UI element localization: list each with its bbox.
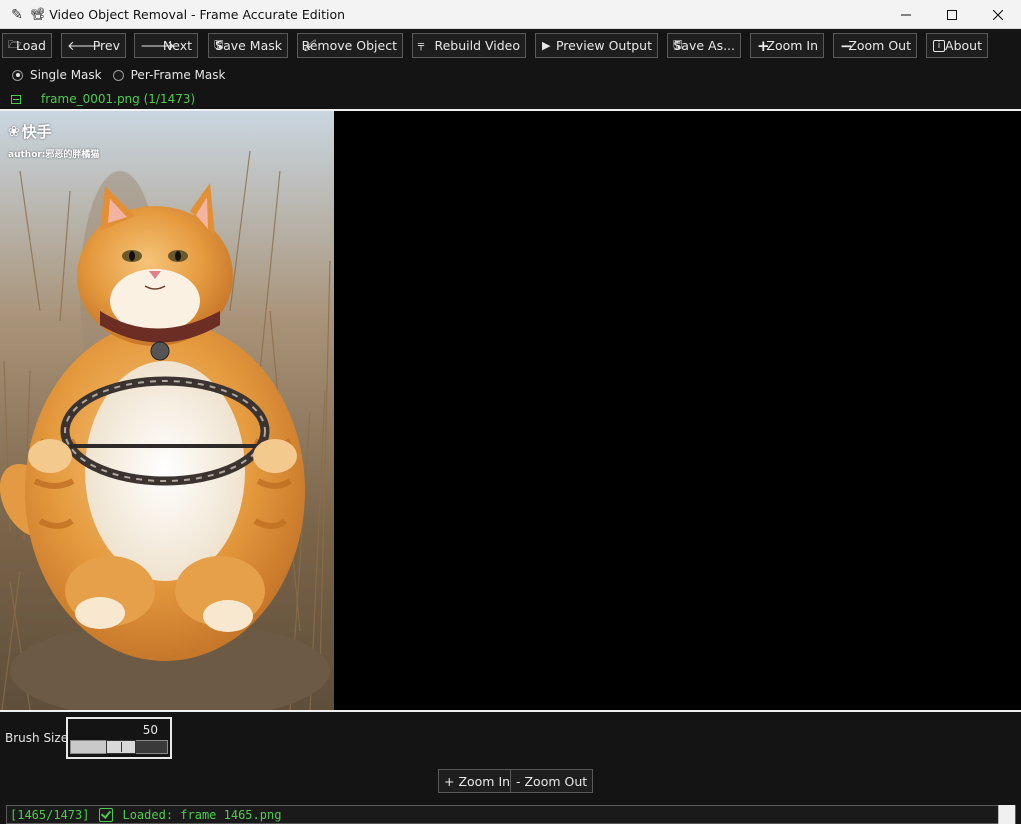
- radio-dot-selected[interactable]: [12, 69, 23, 81]
- frame-label: frame_0001.png (1/1473): [41, 92, 196, 106]
- hammer-icon: ╤: [418, 40, 425, 51]
- film-projector-icon: 📽: [30, 7, 46, 21]
- per-frame-mask-radio[interactable]: Per-Frame Mask: [112, 68, 226, 82]
- maximize-button[interactable]: [929, 0, 975, 29]
- title-bar: ✎ 📽 Video Object Removal - Frame Accurat…: [0, 0, 1021, 29]
- kuaishou-logo-icon: ❀: [8, 123, 20, 140]
- status-message: Loaded: frame 1465.png: [122, 807, 282, 822]
- save-mask-button[interactable]: 🖫 Save Mask: [208, 33, 288, 58]
- brush-size-label: Brush Size: [5, 731, 69, 745]
- slider-thumb[interactable]: [106, 740, 136, 754]
- image-icon: [11, 94, 21, 104]
- prev-button[interactable]: 🡐 Prev: [61, 33, 126, 58]
- single-mask-label: Single Mask: [30, 68, 102, 82]
- zoom-out-button[interactable]: − Zoom Out: [833, 33, 917, 58]
- rebuild-video-button[interactable]: ╤ Rebuild Video: [412, 33, 526, 58]
- maximize-icon: [947, 9, 957, 20]
- close-icon: [993, 9, 1003, 20]
- window-controls: [883, 0, 1021, 29]
- toolbar: 🗁 Load 🡐 Prev 🡒 Next 🖫 Save Mask 🖌 Remov…: [0, 29, 1021, 63]
- bottom-panel: Brush Size 50 + Zoom In - Zoom Out [1465…: [0, 712, 1021, 824]
- window-title: Video Object Removal - Frame Accurate Ed…: [49, 6, 346, 22]
- zoom-in-button[interactable]: + Zoom In: [750, 33, 824, 58]
- preview-output-button[interactable]: ▶ Preview Output: [535, 33, 658, 58]
- next-button[interactable]: 🡒 Next: [134, 33, 198, 58]
- brush-size-scale[interactable]: 50: [66, 717, 172, 759]
- watermark: ❀ 快手 author:邪恶的胖橘猫: [8, 121, 99, 160]
- feather-icon: ✎: [11, 5, 23, 22]
- brush-size-value: 50: [142, 723, 158, 737]
- watermark-brand: ❀ 快手: [8, 123, 52, 141]
- status-bar: [1465/1473] Loaded: frame 1465.png: [6, 805, 1016, 824]
- status-scrollbar[interactable]: [998, 805, 1015, 824]
- cat-frame-image: [0, 111, 334, 710]
- check-icon: [99, 807, 114, 822]
- status-frame-counter: [1465/1473]: [10, 807, 90, 822]
- play-icon: ▶: [542, 39, 551, 52]
- slider-trough[interactable]: [70, 740, 168, 754]
- close-button[interactable]: [975, 0, 1021, 29]
- minimize-button[interactable]: [883, 0, 929, 29]
- mask-mode-group: Single Mask Per-Frame Mask: [0, 63, 1021, 87]
- watermark-author: author:邪恶的胖橘猫: [8, 150, 100, 160]
- info-icon: i: [933, 39, 945, 52]
- save-as-button[interactable]: 🖫 Save As...: [667, 33, 741, 58]
- radio-dot[interactable]: [112, 69, 124, 81]
- frame-info: frame_0001.png (1/1473): [0, 89, 195, 109]
- remove-object-button[interactable]: 🖌 Remove Object: [297, 33, 403, 58]
- editor-canvas[interactable]: ❀ 快手 author:邪恶的胖橘猫: [0, 109, 1021, 712]
- minimize-icon: [901, 14, 911, 15]
- bottom-zoom-in-button[interactable]: + Zoom In: [438, 769, 517, 793]
- frame-image[interactable]: ❀ 快手 author:邪恶的胖橘猫: [0, 111, 334, 710]
- bottom-zoom-out-button[interactable]: - Zoom Out: [510, 769, 594, 793]
- per-frame-mask-label: Per-Frame Mask: [130, 68, 226, 82]
- load-button[interactable]: 🗁 Load: [2, 33, 52, 58]
- about-button[interactable]: i About: [926, 33, 988, 58]
- single-mask-radio[interactable]: Single Mask: [12, 68, 102, 82]
